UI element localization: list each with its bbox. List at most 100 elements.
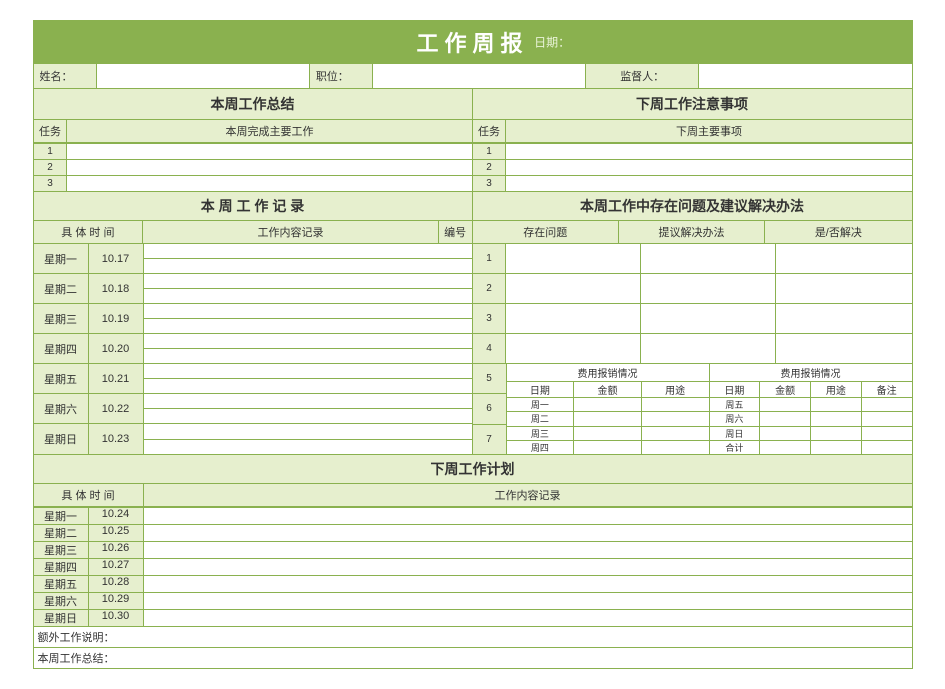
fee-th: 金额 (574, 381, 642, 397)
fee-cell[interactable] (760, 440, 811, 454)
fee-cell[interactable] (811, 411, 862, 425)
info-row: 姓名： 职位： 监督人： (33, 64, 913, 89)
task-cell-left[interactable] (67, 160, 472, 175)
fee-row-label: 周日 (710, 426, 761, 440)
fee-row-label: 周三 (507, 426, 575, 440)
plan-rows: 星期一 10.24 星期二 10.25 星期三 10.26 星期四 10.27 … (33, 507, 913, 627)
plan-row: 星期二 10.25 (34, 524, 912, 541)
record-day: 星期二 (34, 274, 89, 303)
plan-day: 星期一 (34, 508, 89, 524)
time-label-1: 具 体 时 间 (34, 221, 144, 243)
task-label-left: 任务 (34, 120, 68, 142)
plan-row: 星期日 10.30 (34, 609, 912, 626)
fee-cell[interactable] (642, 426, 709, 440)
fee-cell[interactable] (642, 397, 709, 411)
name-value[interactable] (97, 64, 310, 88)
task-row: 1 1 (34, 143, 912, 159)
fee-row-label: 合计 (710, 440, 761, 454)
fee-block: 费用报销情况 日期金额用途备注 周五周六周日合计 (710, 364, 912, 454)
problem-row: 3 (473, 304, 912, 334)
fee-cell[interactable] (811, 397, 862, 411)
resolved-cell[interactable] (776, 304, 911, 333)
fee-cell[interactable] (862, 426, 912, 440)
record-row: 星期二 10.18 (34, 274, 472, 304)
record-content[interactable] (144, 244, 472, 273)
fee-row: 合计 (710, 440, 912, 454)
plan-content[interactable] (144, 525, 912, 541)
fee-title: 费用报销情况 (710, 364, 912, 381)
record-row: 星期四 10.20 (34, 334, 472, 364)
record-content[interactable] (144, 394, 472, 423)
problem-num: 4 (473, 334, 507, 363)
solution-cell[interactable] (641, 274, 776, 303)
plan-content[interactable] (144, 559, 912, 575)
task-cell-right[interactable] (506, 144, 911, 159)
fee-cell[interactable] (642, 411, 709, 425)
plan-content[interactable] (144, 542, 912, 558)
fee-cell[interactable] (811, 426, 862, 440)
extra-work-row[interactable]: 额外工作说明： (33, 627, 913, 648)
plan-content[interactable] (144, 593, 912, 609)
resolved-cell[interactable] (776, 274, 911, 303)
record-date: 10.22 (89, 394, 144, 423)
weekly-report-sheet: 工作周报 日期： 姓名： 职位： 监督人： 本周工作总结 下周工作注意事项 任务… (33, 20, 913, 669)
fee-cell[interactable] (811, 440, 862, 454)
fee-cell[interactable] (574, 397, 642, 411)
number-label: 编号 (439, 221, 473, 243)
record-content[interactable] (144, 364, 472, 393)
record-content[interactable] (144, 274, 472, 303)
solution-cell[interactable] (641, 304, 776, 333)
supervisor-value[interactable] (699, 64, 911, 88)
problem-num: 1 (473, 244, 507, 273)
problem-num: 3 (473, 304, 507, 333)
plan-content[interactable] (144, 610, 912, 626)
problem-cell[interactable] (506, 244, 641, 273)
record-content[interactable] (144, 304, 472, 333)
mid-heads: 本 周 工 作 记 录 本周工作中存在问题及建议解决办法 (33, 192, 913, 221)
fee-cell[interactable] (760, 426, 811, 440)
task-row: 2 2 (34, 159, 912, 175)
problem-cell[interactable] (506, 274, 641, 303)
supervisor-label: 监督人： (586, 64, 699, 88)
resolved-cell[interactable] (776, 334, 911, 363)
fee-cell[interactable] (574, 411, 642, 425)
problem-row: 4 (473, 334, 912, 364)
fee-cell[interactable] (862, 397, 912, 411)
plan-date: 10.30 (89, 610, 144, 626)
record-content[interactable] (144, 334, 472, 363)
fee-cell[interactable] (862, 440, 912, 454)
fee-cell[interactable] (574, 440, 642, 454)
problem-cell[interactable] (506, 334, 641, 363)
task-head-left: 本周完成主要工作 (67, 120, 472, 142)
task-cell-right[interactable] (506, 176, 911, 191)
fee-row: 周三 (507, 426, 709, 440)
plan-date: 10.26 (89, 542, 144, 558)
week-summary-row[interactable]: 本周工作总结： (33, 648, 913, 669)
fee-th: 日期 (710, 381, 761, 397)
problem-cell[interactable] (506, 304, 641, 333)
record-content[interactable] (144, 424, 472, 454)
task-cell-left[interactable] (67, 176, 472, 191)
fee-heads: 日期金额用途 (507, 381, 709, 397)
solution-cell[interactable] (641, 244, 776, 273)
fee-cell[interactable] (642, 440, 709, 454)
position-value[interactable] (373, 64, 586, 88)
plan-sub-heads: 具 体 时 间 工作内容记录 (33, 484, 913, 507)
task-cell-left[interactable] (67, 144, 472, 159)
task-head-right: 下周主要事项 (506, 120, 911, 142)
fee-cell[interactable] (760, 411, 811, 425)
mid-right-title: 本周工作中存在问题及建议解决办法 (473, 192, 912, 220)
plan-content[interactable] (144, 508, 912, 524)
resolved-cell[interactable] (776, 244, 911, 273)
fee-cell[interactable] (862, 411, 912, 425)
solution-cell[interactable] (641, 334, 776, 363)
task-cell-right[interactable] (506, 160, 911, 175)
record-date: 10.17 (89, 244, 144, 273)
task-num-left: 1 (34, 144, 68, 159)
summary-right-head: 下周工作注意事项 (473, 89, 912, 119)
fee-cell[interactable] (574, 426, 642, 440)
fee-th: 备注 (862, 381, 912, 397)
fee-row: 周日 (710, 426, 912, 440)
fee-cell[interactable] (760, 397, 811, 411)
plan-content[interactable] (144, 576, 912, 592)
